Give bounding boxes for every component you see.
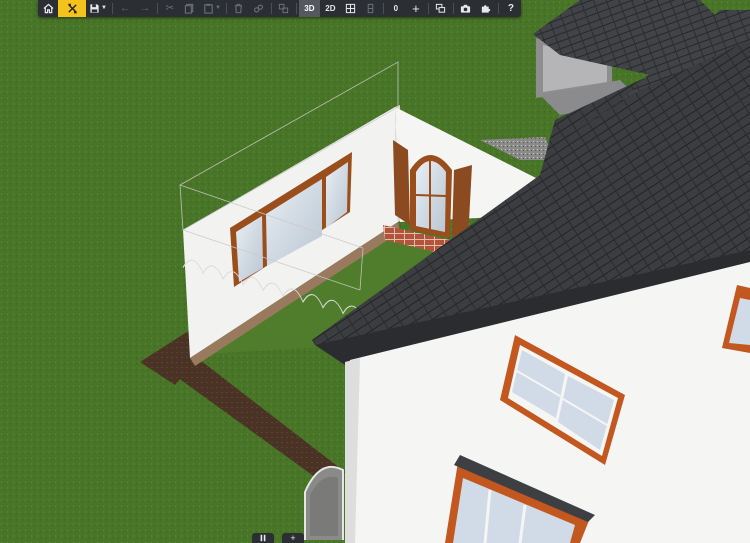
tools-button[interactable]	[58, 0, 86, 17]
undo-button[interactable]: ←	[115, 0, 135, 17]
arrow-left-icon: ←	[119, 3, 130, 14]
plus-icon: +	[290, 533, 296, 543]
view-2d-button[interactable]: 2D	[320, 0, 341, 17]
plus-icon: +	[412, 1, 420, 16]
home-button[interactable]	[38, 0, 58, 17]
save-button[interactable]: ▼	[86, 0, 110, 17]
copy-button[interactable]	[180, 0, 200, 17]
floppy-disk-icon	[90, 4, 99, 13]
scissors-icon: ✂	[165, 3, 175, 14]
paste-icon	[204, 3, 213, 14]
home-icon	[43, 3, 53, 14]
delete-button[interactable]	[229, 0, 249, 17]
link-icon	[254, 4, 264, 13]
redo-button[interactable]: →	[135, 0, 155, 17]
main-toolbar: ▼ ← → ✂ ▼ 3D 2D 0 + ?	[38, 0, 521, 17]
level-counter: 0	[393, 4, 399, 13]
group-icon	[279, 3, 289, 14]
pause-control[interactable]	[252, 533, 274, 543]
add-control[interactable]: +	[282, 533, 304, 543]
layers-icon	[436, 3, 446, 13]
paste-button[interactable]: ▼	[200, 0, 224, 17]
group-button[interactable]	[274, 0, 294, 17]
help-button[interactable]: ?	[501, 0, 521, 17]
puzzle-icon	[482, 5, 491, 13]
grid-icon	[346, 3, 356, 14]
tools-icon	[67, 3, 77, 14]
cut-button[interactable]: ✂	[160, 0, 180, 17]
camera-button[interactable]	[456, 0, 476, 17]
level-icon	[368, 3, 374, 14]
view-3d-button[interactable]: 3D	[298, 0, 320, 17]
level-button[interactable]	[361, 0, 381, 17]
copy-icon	[185, 3, 194, 14]
trash-icon	[235, 3, 243, 14]
camera-icon	[461, 4, 471, 13]
arrow-right-icon: →	[139, 3, 150, 14]
3d-viewport[interactable]	[0, 0, 750, 543]
link-button[interactable]	[249, 0, 269, 17]
layers-button[interactable]	[431, 0, 451, 17]
pause-icon	[260, 534, 266, 542]
add-button[interactable]: +	[406, 0, 426, 17]
grid-button[interactable]	[341, 0, 361, 17]
plugin-button[interactable]	[476, 0, 496, 17]
